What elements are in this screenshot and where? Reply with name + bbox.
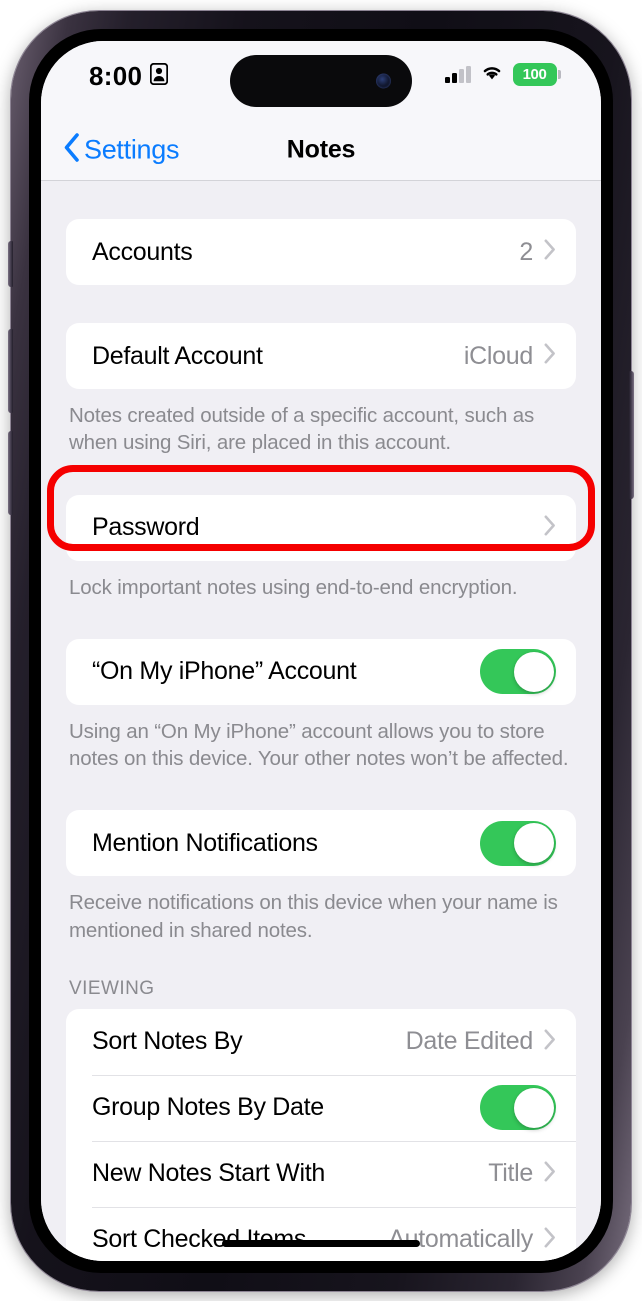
toggle-knob bbox=[513, 651, 554, 692]
chevron-right-icon bbox=[544, 239, 556, 265]
footer-mention-notifications: Receive notifications on this device whe… bbox=[69, 891, 558, 942]
battery-percentage-label: 100 bbox=[522, 66, 547, 83]
cellular-signal-icon bbox=[445, 66, 471, 83]
row-label: Mention Notifications bbox=[92, 828, 318, 857]
volume-up-button[interactable] bbox=[8, 329, 13, 413]
row-sort-notes-by[interactable]: Sort Notes By Date Edited bbox=[66, 1009, 576, 1075]
chevron-right-icon bbox=[544, 515, 556, 541]
status-bar-right: 100 bbox=[445, 63, 561, 86]
section-viewing: Sort Notes By Date Edited Group Notes By… bbox=[66, 1008, 576, 1261]
chevron-left-icon bbox=[63, 132, 80, 167]
back-button-settings[interactable]: Settings bbox=[63, 132, 179, 167]
silent-switch-button[interactable] bbox=[8, 241, 13, 287]
power-button[interactable] bbox=[629, 371, 634, 499]
footer-default-account: Notes created outside of a specific acco… bbox=[69, 404, 535, 455]
row-value: iCloud bbox=[463, 341, 533, 370]
battery-indicator: 100 bbox=[512, 63, 561, 86]
row-label: Default Account bbox=[92, 341, 263, 370]
toggle-knob bbox=[513, 1087, 554, 1128]
status-bar-clock: 8:00 bbox=[89, 61, 143, 91]
row-sort-checked-items[interactable]: Sort Checked Items Automatically bbox=[66, 1206, 576, 1261]
page-title: Notes bbox=[286, 135, 356, 163]
phone-screen: 8:00 100 Settings Notes Accounts 2 Defau… bbox=[41, 41, 601, 1261]
section-header-viewing: VIEWING bbox=[69, 977, 155, 999]
row-default-account[interactable]: Default Account iCloud bbox=[66, 323, 576, 389]
battery-fill: 100 bbox=[512, 63, 557, 86]
battery-terminal-icon bbox=[558, 70, 561, 79]
section-on-my-iphone: “On My iPhone” Account bbox=[66, 638, 576, 705]
navigation-bar: Settings Notes bbox=[41, 119, 601, 181]
row-label: New Notes Start With bbox=[92, 1159, 325, 1188]
section-default-account: Default Account iCloud bbox=[66, 323, 576, 389]
chevron-right-icon bbox=[544, 1161, 556, 1187]
volume-down-button[interactable] bbox=[8, 431, 13, 515]
row-label: Sort Notes By bbox=[92, 1027, 243, 1056]
row-accounts[interactable]: Accounts 2 bbox=[66, 219, 576, 285]
row-label: “On My iPhone” Account bbox=[92, 657, 357, 686]
section-accounts: Accounts 2 bbox=[66, 219, 576, 285]
row-group-notes-by-date[interactable]: Group Notes By Date bbox=[66, 1074, 576, 1141]
row-accessory: Date Edited bbox=[406, 1027, 556, 1056]
settings-scroll-view[interactable]: Accounts 2 Default Account iCloud Notes … bbox=[41, 181, 601, 1261]
toggle-on-my-iphone-account[interactable] bbox=[480, 649, 556, 695]
wifi-icon bbox=[480, 63, 504, 86]
status-bar-left: 8:00 bbox=[89, 61, 169, 92]
row-accessory: iCloud bbox=[464, 342, 556, 371]
row-password[interactable]: Password bbox=[66, 495, 576, 561]
toggle-group-notes-by-date[interactable] bbox=[480, 1085, 556, 1131]
footer-password: Lock important notes using end-to-end en… bbox=[69, 575, 518, 599]
chevron-right-icon bbox=[544, 1029, 556, 1055]
row-new-notes-start-with[interactable]: New Notes Start With Title bbox=[66, 1140, 576, 1207]
row-value: Title bbox=[488, 1159, 533, 1188]
row-label: Password bbox=[92, 513, 200, 541]
section-mention-notifications: Mention Notifications bbox=[66, 810, 576, 877]
row-accessory: Title bbox=[488, 1159, 556, 1188]
person-badge-icon bbox=[150, 62, 169, 90]
row-accessory bbox=[544, 515, 556, 541]
home-indicator[interactable] bbox=[222, 1240, 420, 1247]
row-accessory: 2 bbox=[519, 238, 556, 267]
section-password: Password bbox=[66, 494, 576, 561]
iphone-device-frame: 8:00 100 Settings Notes Accounts 2 Defau… bbox=[8, 11, 634, 1291]
back-button-label: Settings bbox=[84, 134, 180, 164]
dynamic-island[interactable] bbox=[230, 55, 412, 107]
row-value: Date Edited bbox=[405, 1027, 534, 1056]
chevron-right-icon bbox=[544, 343, 556, 369]
front-camera-icon bbox=[376, 73, 391, 89]
row-on-my-iphone-account[interactable]: “On My iPhone” Account bbox=[66, 639, 576, 705]
toggle-mention-notifications[interactable] bbox=[480, 820, 556, 866]
toggle-knob bbox=[513, 823, 554, 864]
footer-on-my-iphone: Using an “On My iPhone” account allows y… bbox=[69, 719, 569, 770]
row-label: Accounts bbox=[92, 237, 193, 266]
row-label: Group Notes By Date bbox=[92, 1093, 324, 1122]
row-mention-notifications[interactable]: Mention Notifications bbox=[66, 810, 576, 876]
chevron-right-icon bbox=[544, 1227, 556, 1253]
row-value: 2 bbox=[519, 237, 533, 266]
